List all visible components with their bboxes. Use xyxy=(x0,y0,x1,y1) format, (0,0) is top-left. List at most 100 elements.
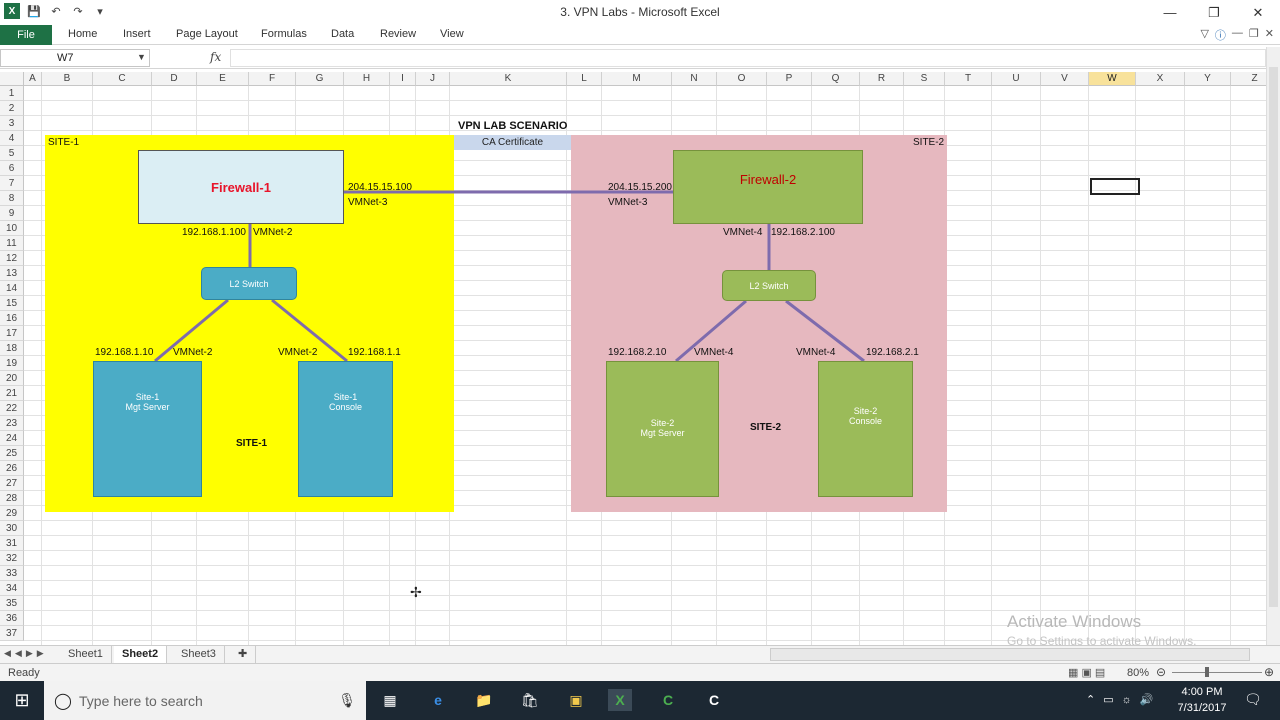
ribbon-right-controls: ▽ ⓘ — ❐ ✕ xyxy=(1200,27,1274,43)
restore-button[interactable]: ❐ xyxy=(1192,0,1236,25)
site1-fw-ext-ip: 204.15.15.100 xyxy=(348,182,412,193)
site2-mgt-net: VMNet-4 xyxy=(694,347,734,358)
edge-browser-icon[interactable]: e xyxy=(426,689,450,711)
activate-windows-subtitle: Go to Settings to activate Windows. xyxy=(1007,634,1197,645)
site2-con-net: VMNet-4 xyxy=(796,347,836,358)
site2-mgt-server-box: Site-2 Mgt Server xyxy=(606,361,719,497)
search-placeholder: Type here to search xyxy=(79,692,203,709)
site2-tag: SITE-2 xyxy=(913,137,945,148)
site2-switch-box: L2 Switch xyxy=(722,270,816,301)
system-tray-icons[interactable]: ⌃▭☼🔊 xyxy=(1086,693,1161,706)
windows-taskbar: ⊞ ◯ Type here to search 🎙 ▦ e 📁 🛍 ▣ X C … xyxy=(0,681,1280,720)
site1-console-box: Site-1 Console xyxy=(298,361,393,497)
task-view-icon[interactable]: ▦ xyxy=(378,689,402,711)
tab-home[interactable]: Home xyxy=(68,28,97,40)
taskbar-search-box[interactable]: ◯ Type here to search 🎙 xyxy=(44,681,366,720)
firewall-1-label: Firewall-1 xyxy=(211,179,271,195)
ca-certificate-cell: CA Certificate xyxy=(454,135,571,150)
formula-bar: W7 ▼ fx xyxy=(0,47,1280,69)
ribbon-tabs: File Home Insert Page Layout Formulas Da… xyxy=(0,25,1280,45)
site1-con-ip: 192.168.1.1 xyxy=(348,347,401,358)
vertical-scrollbar[interactable] xyxy=(1266,47,1280,645)
site2-fw-int-ip: 192.168.2.100 xyxy=(771,227,835,238)
site2-con-line2: Console xyxy=(848,416,883,426)
zoom-slider-thumb[interactable] xyxy=(1205,667,1209,677)
window-controls: — ❐ ✕ xyxy=(1148,0,1280,25)
site1-mgt-line2: Mgt Server xyxy=(125,402,170,412)
firewall-2-box: Firewall-2 xyxy=(673,150,863,224)
site1-fw-int-net: VMNet-2 xyxy=(253,227,293,238)
notification-icon[interactable]: 🗨 xyxy=(1244,691,1262,708)
workbook-close-icon[interactable]: ✕ xyxy=(1265,27,1274,43)
search-icon: ◯ xyxy=(54,692,72,710)
excel-taskbar-icon[interactable]: X xyxy=(608,689,632,711)
vertical-scroll-thumb[interactable] xyxy=(1269,67,1278,607)
horizontal-scrollbar[interactable] xyxy=(770,648,1250,661)
site1-tag: SITE-1 xyxy=(48,137,80,148)
site2-console-box: Site-2 Console xyxy=(818,361,913,497)
site1-fw-ext-net: VMNet-3 xyxy=(348,197,388,208)
zoom-in-icon[interactable]: ⊕ xyxy=(1264,665,1274,679)
camtasia-taskbar-icon[interactable]: C xyxy=(656,689,680,711)
site2-fw-int-net: VMNet-4 xyxy=(723,227,763,238)
name-box[interactable]: W7 xyxy=(0,49,150,67)
formula-input[interactable] xyxy=(230,49,1266,67)
store-icon[interactable]: 🛍 xyxy=(518,689,542,711)
zoom-level[interactable]: 80% xyxy=(1127,667,1149,679)
app-icon[interactable]: ▣ xyxy=(564,689,588,711)
tab-view[interactable]: View xyxy=(440,28,464,40)
tab-insert[interactable]: Insert xyxy=(123,28,151,40)
minimize-ribbon-icon[interactable]: ▽ xyxy=(1200,27,1208,43)
worksheet-grid[interactable]: ABCDEFGHIJKLMNOPQRSTUVWXYZ 1 2 3 4 5 6 7 8 9 10 11… xyxy=(0,72,1266,645)
view-buttons-icon[interactable]: ▦ ▣ ▤ xyxy=(1068,666,1105,679)
windows-start-icon[interactable]: ⊞ xyxy=(10,689,34,711)
site2-switch-label: L2 Switch xyxy=(749,280,789,291)
sheet-tab-1[interactable]: Sheet1 xyxy=(60,646,112,664)
cmd-taskbar-icon[interactable]: C xyxy=(702,689,726,711)
sheet-tab-2[interactable]: Sheet2 xyxy=(114,646,168,664)
site2-mgt-line1: Site-2 xyxy=(650,418,675,428)
help-icon[interactable]: ⓘ xyxy=(1215,27,1226,43)
minimize-button[interactable]: — xyxy=(1148,0,1192,25)
tab-formulas[interactable]: Formulas xyxy=(261,28,307,40)
sheet-tab-3[interactable]: Sheet3 xyxy=(173,646,225,664)
sheet-nav-arrows-icon[interactable]: ◀◀▶▶ xyxy=(4,648,48,659)
workbook-minimize-icon[interactable]: — xyxy=(1232,27,1243,43)
site2-con-ip: 192.168.2.1 xyxy=(866,347,919,358)
file-explorer-icon[interactable]: 📁 xyxy=(472,689,496,711)
site1-fw-int-ip: 192.168.1.100 xyxy=(182,227,246,238)
status-ready: Ready xyxy=(8,667,40,679)
site1-switch-box: L2 Switch xyxy=(201,267,297,300)
site1-switch-label: L2 Switch xyxy=(229,278,269,289)
site1-label: SITE-1 xyxy=(236,438,268,449)
site1-mgt-line1: Site-1 xyxy=(135,392,160,402)
site1-con-line1: Site-1 xyxy=(333,392,358,402)
insert-sheet-icon[interactable]: ✚ xyxy=(230,646,257,664)
site2-mgt-ip: 192.168.2.10 xyxy=(608,347,667,358)
tab-file[interactable]: File xyxy=(0,25,52,45)
site2-con-line1: Site-2 xyxy=(853,406,878,416)
sheet-tab-bar: ◀◀▶▶ Sheet1 Sheet2 Sheet3 ✚ xyxy=(0,645,1280,664)
site2-label: SITE-2 xyxy=(750,422,782,433)
firewall-2-label: Firewall-2 xyxy=(739,171,797,187)
microphone-icon[interactable]: 🎙 xyxy=(338,692,356,709)
zoom-slider[interactable] xyxy=(1172,672,1262,673)
name-box-dropdown-icon[interactable]: ▼ xyxy=(137,52,146,62)
site1-con-net: VMNet-2 xyxy=(278,347,318,358)
taskbar-date[interactable]: 7/31/2017 xyxy=(1172,702,1232,714)
tab-data[interactable]: Data xyxy=(331,28,354,40)
site1-mgt-net: VMNet-2 xyxy=(173,347,213,358)
workbook-restore-icon[interactable]: ❐ xyxy=(1249,27,1259,43)
zoom-out-icon[interactable]: ⊝ xyxy=(1156,665,1166,679)
selected-cell-w7[interactable] xyxy=(1090,178,1140,195)
diagram-title: VPN LAB SCENARIO xyxy=(458,120,568,132)
site2-fw-ext-ip: 204.15.15.200 xyxy=(608,182,672,193)
tab-review[interactable]: Review xyxy=(380,28,416,40)
site1-con-line2: Console xyxy=(328,402,363,412)
firewall-1-box: Firewall-1 xyxy=(138,150,344,224)
close-button[interactable]: ✕ xyxy=(1236,0,1280,25)
insert-function-icon[interactable]: fx xyxy=(210,50,221,64)
activate-windows-title: Activate Windows xyxy=(1007,612,1142,631)
tab-page-layout[interactable]: Page Layout xyxy=(176,28,238,40)
taskbar-time[interactable]: 4:00 PM xyxy=(1172,686,1232,698)
